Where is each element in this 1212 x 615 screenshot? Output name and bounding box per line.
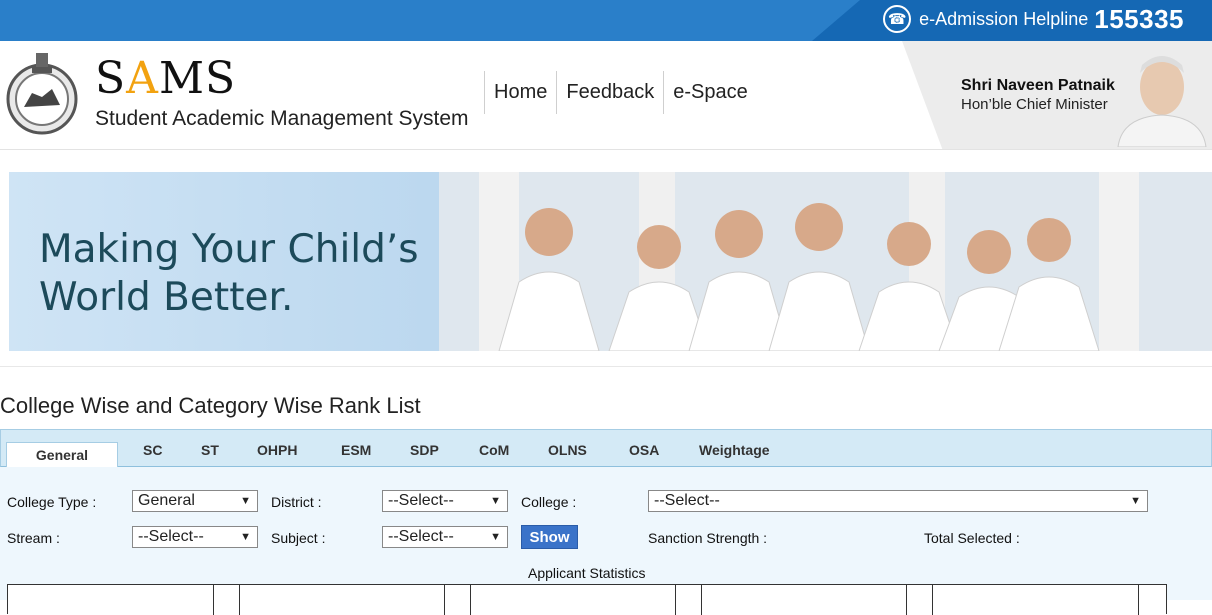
table-column-divider: [444, 585, 445, 615]
applicant-statistics-table: [7, 584, 1167, 615]
tab-osa[interactable]: OSA: [629, 442, 659, 458]
table-column-divider: [932, 585, 933, 615]
dropdown-arrow-icon: ▼: [240, 495, 251, 507]
tab-weightage[interactable]: Weightage: [699, 442, 770, 458]
dropdown-arrow-icon: ▼: [490, 495, 501, 507]
subject-label: Subject :: [271, 530, 326, 546]
tab-general[interactable]: General: [6, 442, 118, 468]
banner-line-2: World Better.: [39, 275, 294, 320]
subject-value: --Select--: [388, 528, 454, 545]
college-type-select[interactable]: General ▼: [132, 490, 258, 512]
college-type-value: General: [138, 492, 195, 509]
tab-olns[interactable]: OLNS: [548, 442, 587, 458]
header: SAMS Student Academic Management System …: [0, 41, 1212, 150]
helpline: ☎ e-Admission Helpline 155335: [883, 4, 1184, 34]
tab-ohph[interactable]: OHPH: [257, 442, 297, 458]
dropdown-arrow-icon: ▼: [490, 531, 501, 543]
total-selected-label: Total Selected :: [924, 530, 1020, 546]
table-column-divider: [213, 585, 214, 615]
sanction-strength-label: Sanction Strength :: [648, 530, 768, 546]
nav-feedback[interactable]: Feedback: [556, 71, 663, 114]
page-title: College Wise and Category Wise Rank List: [0, 393, 421, 418]
hero-banner: Making Your Child’s World Better.: [9, 172, 1212, 351]
tab-esm[interactable]: ESM: [341, 442, 371, 458]
district-value: --Select--: [388, 492, 454, 509]
college-value: --Select--: [654, 492, 720, 509]
logo-wordmark: SAMS: [95, 53, 237, 104]
college-type-label: College Type :: [7, 494, 97, 510]
tab-sdp[interactable]: SDP: [410, 442, 439, 458]
table-column-divider: [675, 585, 676, 615]
table-column-divider: [239, 585, 240, 615]
table-column-divider: [1138, 585, 1139, 615]
main-nav: Home Feedback e-Space: [484, 71, 757, 114]
cm-title: Hon’ble Chief Minister: [961, 96, 1108, 113]
banner-line-1: Making Your Child’s: [39, 227, 419, 272]
dropdown-arrow-icon: ▼: [240, 531, 251, 543]
subject-select[interactable]: --Select-- ▼: [382, 526, 508, 548]
top-bar: ☎ e-Admission Helpline 155335: [0, 0, 1212, 41]
odisha-emblem-icon: [6, 53, 78, 135]
sams-logo[interactable]: SAMS Student Academic Management System: [95, 57, 469, 131]
banner-students-image: [439, 172, 1212, 351]
logo-subtitle: Student Academic Management System: [95, 107, 469, 130]
helpline-label: e-Admission Helpline: [919, 8, 1089, 29]
district-label: District :: [271, 494, 322, 510]
applicant-statistics-title: Applicant Statistics: [528, 565, 646, 581]
stream-label: Stream :: [7, 530, 60, 546]
stream-select[interactable]: --Select-- ▼: [132, 526, 258, 548]
divider: [0, 366, 1212, 367]
college-select[interactable]: --Select-- ▼: [648, 490, 1148, 512]
tab-com[interactable]: CoM: [479, 442, 509, 458]
category-tabs: General SC ST OHPH ESM SDP CoM OLNS OSA …: [0, 429, 1212, 468]
phone-icon: ☎: [883, 5, 912, 33]
nav-home[interactable]: Home: [484, 71, 556, 114]
tab-st[interactable]: ST: [201, 442, 219, 458]
table-column-divider: [906, 585, 907, 615]
cm-name: Shri Naveen Patnaik: [961, 77, 1115, 94]
banner-tagline: Making Your Child’s World Better.: [39, 226, 419, 322]
tab-sc[interactable]: SC: [143, 442, 162, 458]
table-column-divider: [470, 585, 471, 615]
dropdown-arrow-icon: ▼: [1130, 495, 1141, 507]
show-button[interactable]: Show: [521, 525, 578, 549]
nav-e-space[interactable]: e-Space: [663, 71, 757, 114]
table-column-divider: [701, 585, 702, 615]
district-select[interactable]: --Select-- ▼: [382, 490, 508, 512]
stream-value: --Select--: [138, 528, 204, 545]
cm-photo: [1117, 56, 1207, 147]
helpline-number: 155335: [1094, 3, 1184, 34]
college-label: College :: [521, 494, 577, 510]
